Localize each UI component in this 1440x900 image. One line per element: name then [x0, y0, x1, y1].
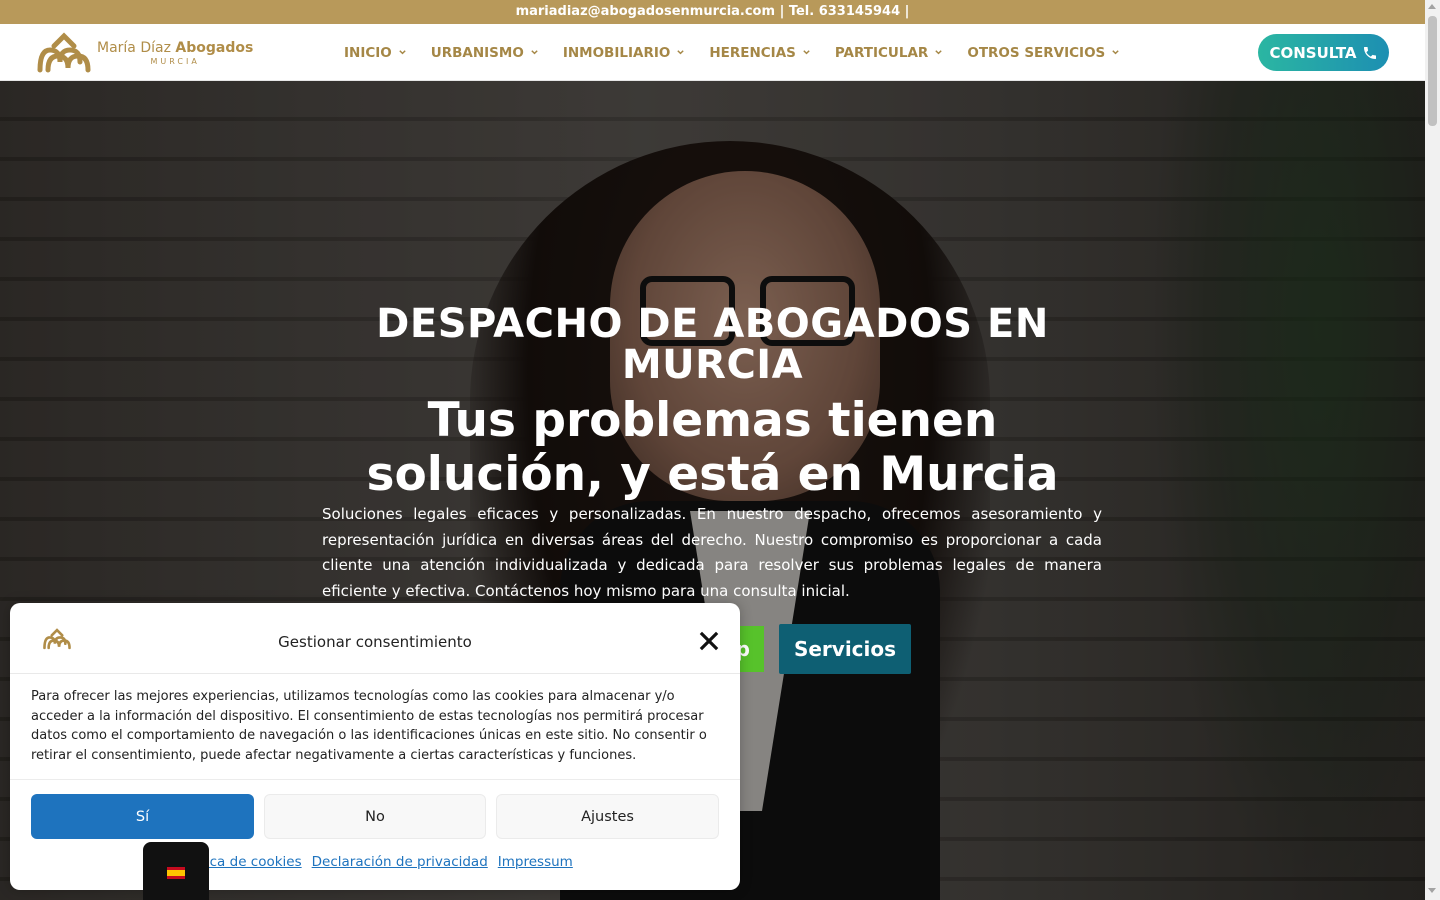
- nav-item-inicio[interactable]: INICIO: [344, 45, 407, 61]
- spain-flag-icon: [167, 867, 185, 879]
- hero-title: DESPACHO DE ABOGADOS EN MURCIA: [376, 301, 1049, 388]
- cookie-consent-dialog: Gestionar consentimiento Para ofrecer la…: [10, 603, 740, 890]
- site-logo[interactable]: María Díaz Abogados MURCIA: [34, 30, 253, 76]
- hero-paragraph: Soluciones legales eficaces y personaliz…: [322, 505, 1102, 600]
- consulta-button[interactable]: CONSULTA: [1258, 34, 1389, 71]
- site-header: María Díaz Abogados MURCIA INICIO URBANI…: [0, 24, 1425, 81]
- cookie-dialog-header: Gestionar consentimiento: [10, 603, 740, 674]
- chevron-down-icon: [803, 50, 810, 55]
- cookie-dialog-links: Política de cookies Declaración de priva…: [10, 854, 740, 870]
- scroll-down-arrow-icon[interactable]: [1428, 888, 1436, 893]
- scroll-thumb[interactable]: [1428, 16, 1437, 126]
- logo-name-bold: Abogados: [175, 40, 254, 56]
- cookie-settings-button[interactable]: Ajustes: [496, 794, 719, 839]
- nav-item-herencias[interactable]: HERENCIAS: [709, 45, 811, 61]
- chevron-down-icon: [399, 50, 406, 55]
- logo-subtitle: MURCIA: [150, 57, 200, 66]
- chevron-down-icon: [531, 50, 538, 55]
- privacy-statement-link[interactable]: Declaración de privacidad: [312, 854, 488, 870]
- divider: [10, 779, 740, 780]
- nav-item-otros-servicios[interactable]: OTROS SERVICIOS: [967, 45, 1120, 61]
- deny-cookies-button[interactable]: No: [264, 794, 486, 839]
- chevron-down-icon: [935, 50, 943, 55]
- nav-item-inmobiliario[interactable]: INMOBILIARIO: [563, 45, 686, 61]
- cookie-dialog-title: Gestionar consentimiento: [278, 633, 472, 651]
- impressum-link[interactable]: Impressum: [498, 854, 573, 870]
- cookie-dialog-text: Para ofrecer las mejores experiencias, u…: [31, 689, 707, 764]
- nav-item-urbanismo[interactable]: URBANISMO: [431, 45, 539, 61]
- main-nav: INICIO URBANISMO INMOBILIARIO HERENCIAS …: [344, 24, 1144, 81]
- phone-icon: [1363, 46, 1376, 59]
- services-button[interactable]: Servicios: [779, 624, 911, 674]
- hero-subtitle: Tus problemas tienen solución, y está en…: [366, 393, 1059, 502]
- contact-bar: mariadiaz@abogadosenmurcia.com | Tel. 63…: [0, 0, 1425, 24]
- chevron-down-icon: [1112, 50, 1119, 55]
- accept-cookies-button[interactable]: Sí: [31, 794, 254, 839]
- logo-icon: [37, 32, 91, 73]
- chevron-down-icon: [677, 50, 685, 55]
- language-switcher[interactable]: [143, 842, 209, 900]
- scrollbar[interactable]: [1425, 0, 1440, 900]
- scroll-up-arrow-icon[interactable]: [1428, 4, 1436, 9]
- close-icon[interactable]: [698, 630, 720, 652]
- nav-item-particular[interactable]: PARTICULAR: [835, 45, 943, 61]
- logo-name: María Díaz: [97, 40, 176, 56]
